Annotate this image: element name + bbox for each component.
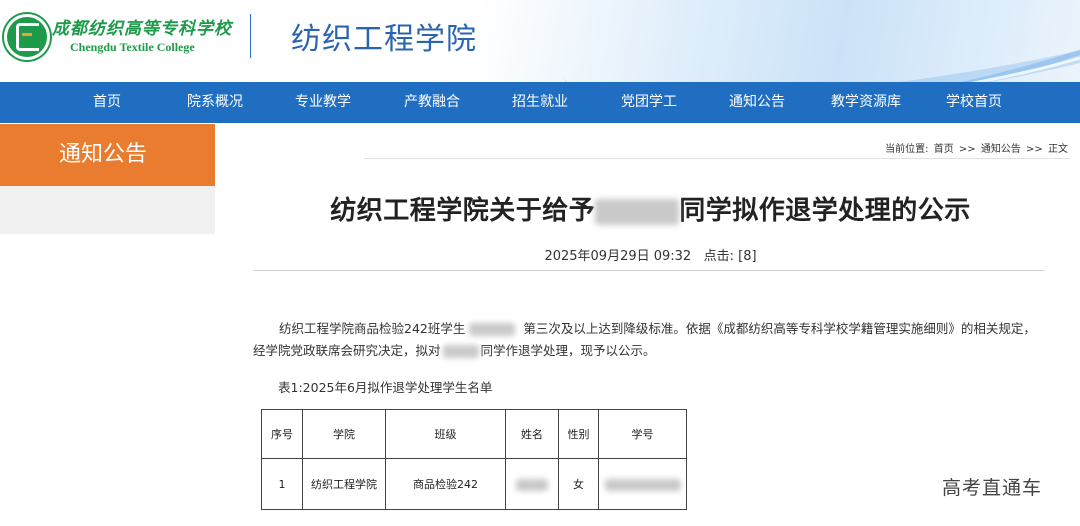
table-cell: 纺织工程学院 [302, 458, 386, 510]
nav-item-school-home[interactable]: 学校首页 [929, 82, 1019, 123]
redacted-name [442, 345, 479, 358]
table-header-cell: 学院 [302, 409, 386, 459]
table-header-cell: 学号 [598, 409, 687, 459]
nav-item-notices[interactable]: 通知公告 [712, 82, 802, 123]
table-cell: 女 [558, 458, 599, 510]
nav-item-resources[interactable]: 教学资源库 [821, 82, 911, 123]
article-title: 纺织工程学院关于给予 同学拟作退学处理的公示 [253, 190, 1048, 227]
clicks-label: 点击: [703, 249, 734, 264]
school-name-en[interactable]: Chengdu Textile College [70, 40, 195, 55]
table-header-cell: 性别 [558, 409, 599, 459]
redacted-name [469, 323, 516, 336]
article-title-part1: 纺织工程学院关于给予 [330, 196, 596, 226]
school-logo-icon[interactable] [4, 14, 50, 60]
sidebar-heading[interactable]: 通知公告 [0, 124, 215, 186]
table-header-cell: 姓名 [505, 409, 559, 459]
paragraph-part1: 纺织工程学院商品检验242班学生 [279, 321, 466, 336]
table-header-cell: 序号 [261, 409, 303, 459]
nav-item-party[interactable]: 党团学工 [604, 82, 694, 123]
redacted-name [595, 198, 680, 225]
redacted-student-id [604, 478, 681, 491]
sidebar: 通知公告 [0, 124, 215, 234]
table-cell: 商品检验242 [385, 458, 506, 510]
table-cell: 1 [261, 458, 303, 510]
table-cell-redacted [505, 458, 559, 510]
article-meta: 2025年09月29日 09:32 点击: [8] [253, 245, 1048, 264]
table-cell-redacted [598, 458, 687, 510]
student-list-table: 序号 学院 班级 姓名 性别 学号 1 纺织工程学院 商品检验242 女 [261, 409, 687, 510]
breadcrumb-current: 正文 [1048, 144, 1068, 155]
meta-divider [253, 270, 1044, 271]
article-body-paragraph: 纺织工程学院商品检验242班学生 第三次及以上达到降级标准。依据《成都纺织高等专科… [253, 318, 1048, 362]
table-caption: 表1:2025年6月拟作退学处理学生名单 [278, 380, 493, 395]
header-divider [250, 14, 251, 58]
breadcrumb-divider [364, 158, 1070, 159]
nav-item-teaching[interactable]: 专业教学 [278, 82, 368, 123]
site-title[interactable]: 纺织工程学院 [291, 14, 477, 58]
paragraph-part3: 同学作退学处理，现予以公示。 [480, 343, 656, 358]
article-title-part2: 同学拟作退学处理的公示 [679, 196, 971, 226]
breadcrumb-link-home[interactable]: 首页 [934, 144, 954, 155]
table-header-row: 序号 学院 班级 姓名 性别 学号 [261, 409, 687, 459]
nav-item-home[interactable]: 首页 [62, 82, 152, 123]
breadcrumb-separator: >> [958, 144, 976, 155]
watermark-text: 高考直通车 [942, 477, 1043, 499]
breadcrumb-separator: >> [1026, 144, 1043, 155]
school-name-cn[interactable]: 成都纺织高等专科学校 [52, 14, 232, 39]
main-nav: 首页 院系概况 专业教学 产教融合 招生就业 党团学工 通知公告 教学资源库 学… [0, 82, 1080, 123]
publish-datetime: 2025年09月29日 09:32 [544, 249, 692, 264]
nav-item-overview[interactable]: 院系概况 [170, 82, 260, 123]
breadcrumb: 当前位置: 首页 >> 通知公告 >> 正文 [884, 140, 1069, 155]
site-header: 成都纺织高等专科学校 Chengdu Textile College 纺织工程学… [0, 0, 1080, 82]
nav-item-industry[interactable]: 产教融合 [387, 82, 477, 123]
breadcrumb-link-notices[interactable]: 通知公告 [981, 144, 1021, 155]
table-row: 1 纺织工程学院 商品检验242 女 [261, 458, 687, 510]
breadcrumb-prefix: 当前位置: [885, 144, 929, 155]
table-header-cell: 班级 [385, 409, 506, 459]
nav-item-admissions[interactable]: 招生就业 [495, 82, 585, 123]
clicks-value: [8] [738, 249, 757, 264]
redacted-name [516, 478, 548, 491]
